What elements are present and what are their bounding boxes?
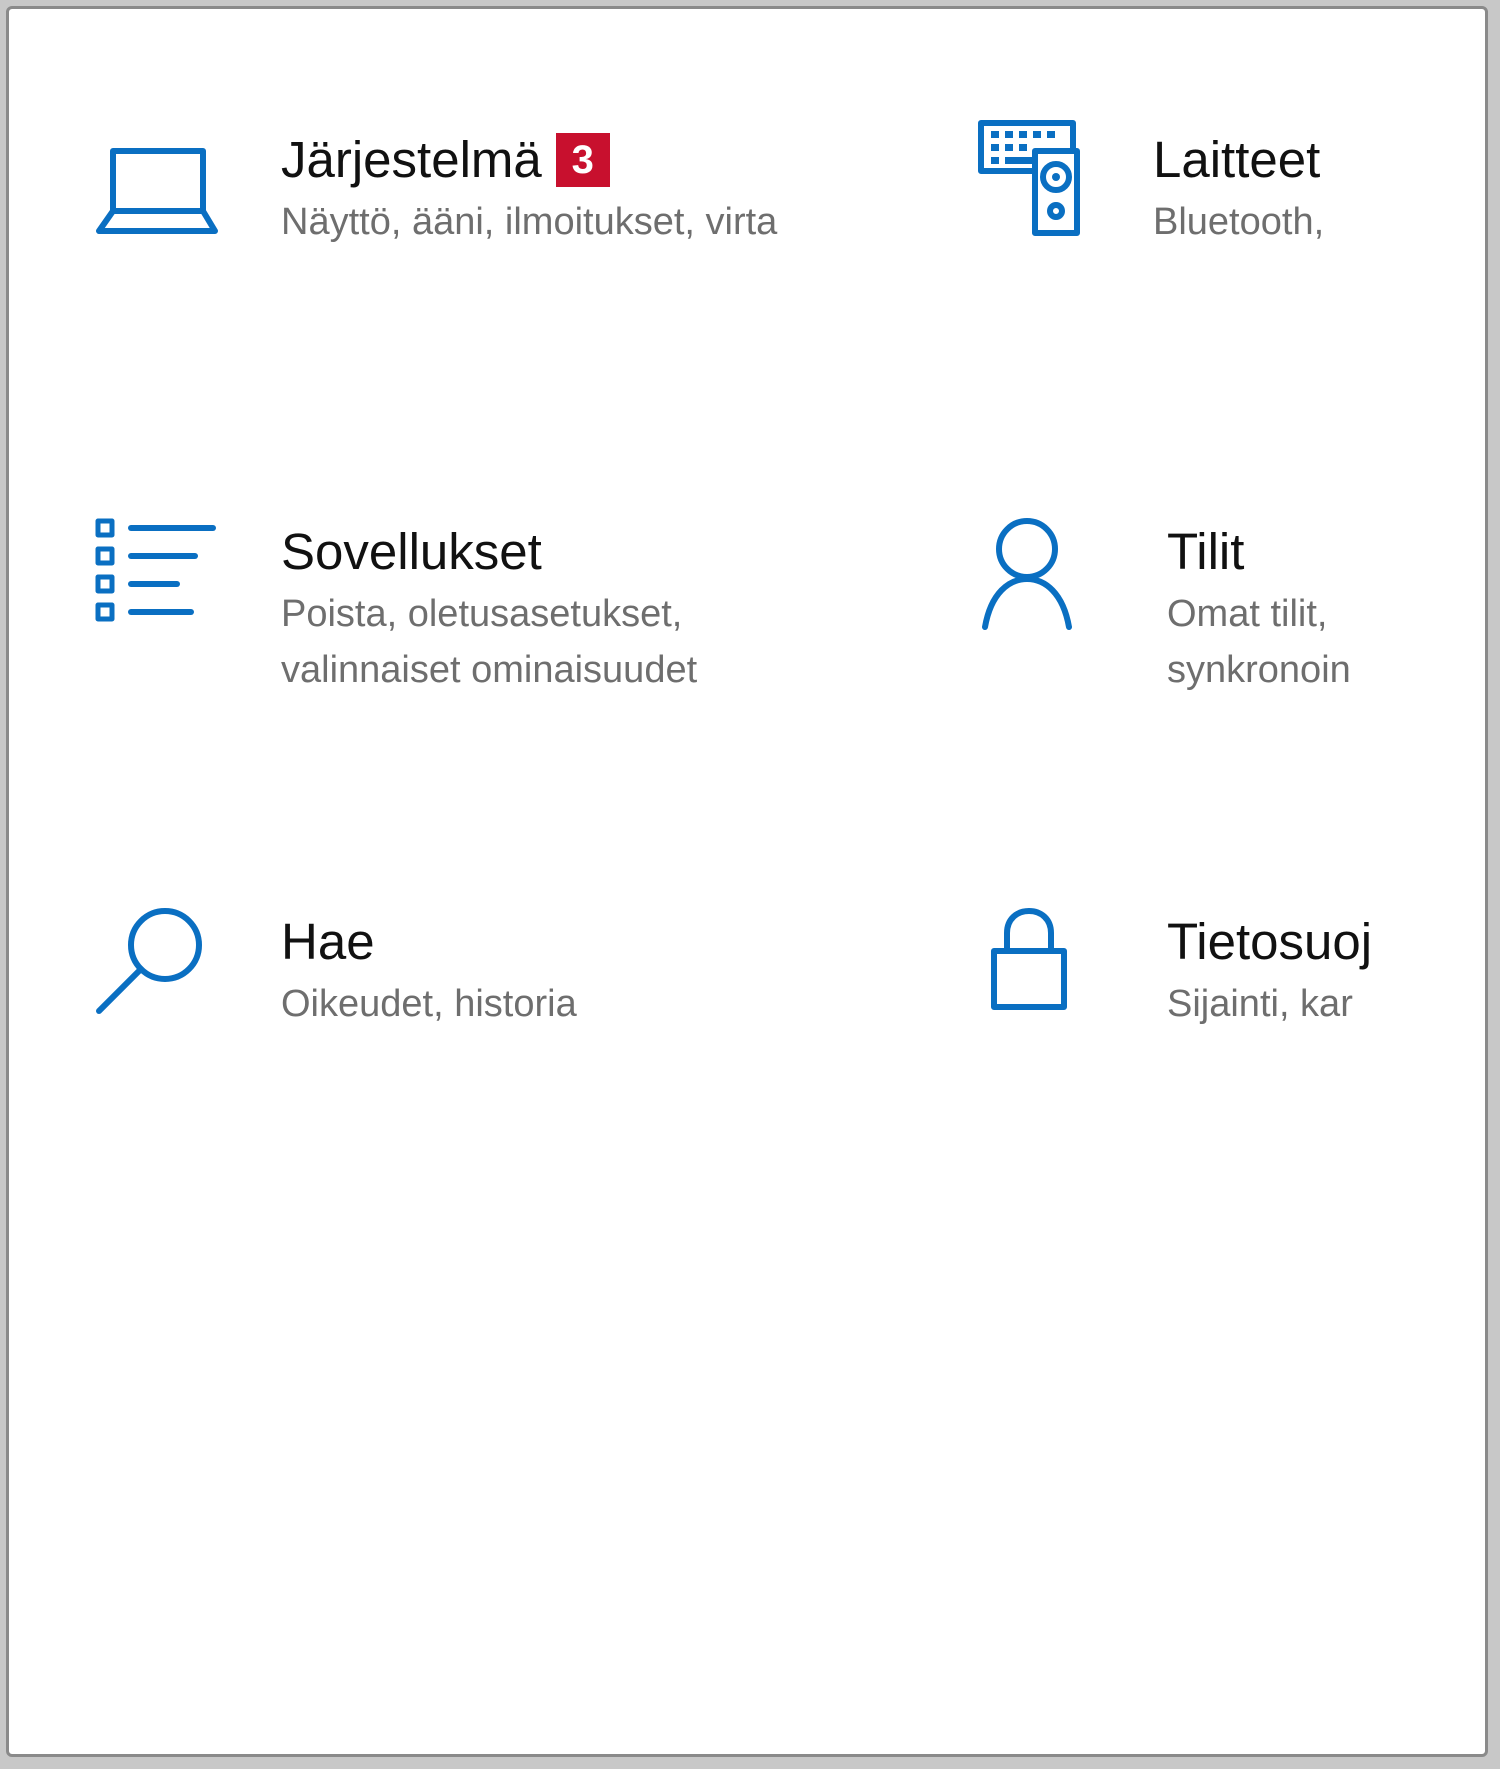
tile-search-desc: Oikeudet, historia	[281, 983, 577, 1025]
tile-privacy-desc: Sijainti, kar	[1167, 983, 1353, 1025]
tile-accounts-title: Tilit	[1167, 523, 1245, 580]
notification-badge: 3	[555, 133, 610, 187]
tile-title: Järjestelmä 3	[281, 129, 777, 191]
devices-icon	[977, 117, 1107, 247]
tile-devices-desc: Bluetooth,	[1153, 201, 1325, 243]
tile-accounts-desc-line2: synkronoin	[1167, 649, 1351, 691]
tile-search-title: Hae	[281, 913, 375, 970]
laptop-icon	[95, 139, 225, 269]
tile-accounts-desc-line1: Omat tilit,	[1167, 593, 1328, 635]
tile-devices-title: Laitteet	[1153, 131, 1321, 188]
search-icon	[95, 907, 225, 1037]
person-icon	[981, 517, 1111, 647]
lock-icon	[991, 907, 1121, 1037]
tile-system-desc: Näyttö, ääni, ilmoitukset, virta	[281, 201, 778, 243]
tile-devices-text: Laitteet Bluetooth,	[1153, 129, 1324, 251]
tile-apps-desc-line1: Poista, oletusasetukset,	[281, 593, 683, 635]
tile-apps-text: Sovellukset Poista, oletusasetukset, val…	[281, 521, 697, 699]
tile-system-text: Järjestelmä 3 Näyttö, ääni, ilmoitukset,…	[281, 129, 777, 251]
settings-window: Järjestelmä 3 Näyttö, ääni, ilmoitukset,…	[6, 6, 1488, 1757]
tile-apps-desc-line2: valinnaiset ominaisuudet	[281, 649, 698, 691]
tile-accounts-text: Tilit Omat tilit, synkronoin	[1167, 521, 1351, 699]
tile-privacy-text: Tietosuoj Sijainti, kar	[1167, 911, 1372, 1033]
apps-list-icon	[95, 517, 225, 647]
tile-search-text: Hae Oikeudet, historia	[281, 911, 577, 1033]
tile-apps-title: Sovellukset	[281, 523, 542, 580]
tile-privacy-title: Tietosuoj	[1167, 913, 1373, 970]
tile-system-title: Järjestelmä	[281, 131, 542, 188]
